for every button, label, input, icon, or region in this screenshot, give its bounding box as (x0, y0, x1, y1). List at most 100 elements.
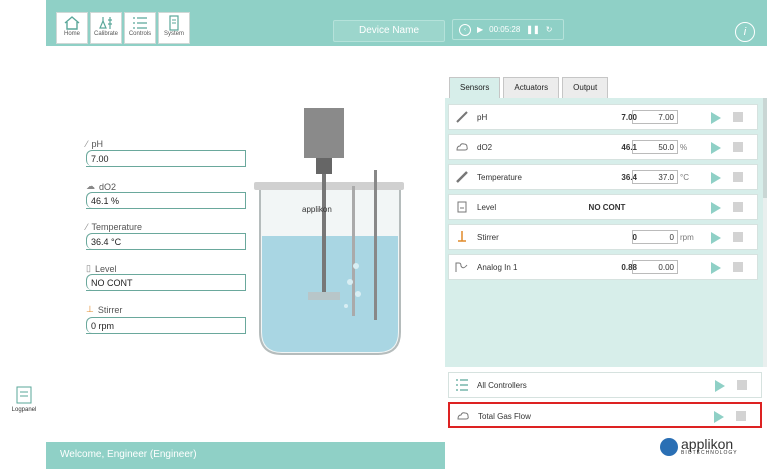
play-icon[interactable] (711, 232, 721, 244)
pause-icon[interactable]: ❚❚ (526, 25, 539, 34)
sensor-name: Analog In 1 (477, 263, 518, 272)
stirrer-icon (458, 231, 466, 242)
tab-sensors[interactable]: Sensors (449, 77, 501, 98)
sensor-value: 0 (632, 233, 637, 242)
setpoint-input[interactable]: 0.00 (632, 260, 678, 274)
sensor-row-temperature[interactable]: Temperature 36.4 37.0 °C (448, 164, 758, 190)
sensor-name: dO2 (477, 143, 493, 152)
stop-icon[interactable] (736, 411, 746, 421)
impeller-shaft (322, 174, 326, 294)
nav-controls-button[interactable]: Controls (124, 12, 156, 44)
logo-text: applikon (681, 436, 734, 452)
temp-underline (86, 249, 246, 250)
logpanel-button[interactable]: Logpanel (6, 385, 42, 421)
cloud-icon: ☁ (86, 181, 95, 191)
sensor-name: Stirrer (477, 233, 499, 242)
probe-rod (374, 170, 377, 320)
sensor-row-do2[interactable]: dO2 46.1 50.0 % (448, 134, 758, 160)
sensor-value: NO CONT (588, 203, 626, 212)
all-controllers-row[interactable]: All Controllers (448, 372, 762, 398)
nav-controls-label: Controls (128, 31, 152, 37)
logpanel-icon (16, 386, 32, 404)
total-gas-flow-label: Total Gas Flow (478, 412, 531, 421)
motor-block (304, 108, 344, 158)
sensor-value: 7.00 (621, 113, 637, 122)
stop-icon[interactable] (733, 142, 743, 152)
sensor-row-ph[interactable]: pH 7.00 7.00 (448, 104, 758, 130)
stirrer-label-row: ⊥ Stirrer (86, 304, 122, 315)
level-icon: ▯ (86, 263, 91, 273)
logpanel-label: Logpanel (11, 407, 37, 413)
sensor-row-stirrer[interactable]: Stirrer 0 0 rpm (448, 224, 758, 250)
stop-icon[interactable] (733, 202, 743, 212)
ph-icon: ⁄ (86, 139, 88, 149)
sensor-name: Level (477, 203, 497, 212)
ph-label: pH (91, 139, 104, 149)
thermometer-icon (456, 171, 468, 183)
stop-icon[interactable] (733, 232, 743, 242)
sensor-value: 36.4 (621, 173, 637, 182)
back-icon[interactable]: ‹ (459, 23, 471, 36)
ph-icon (456, 111, 468, 123)
scrollbar-thumb[interactable] (763, 98, 767, 198)
run-controls: ‹ ▶ 00:05:28 ❚❚ ↻ (452, 19, 564, 40)
setpoint-input[interactable]: 7.00 (632, 110, 678, 124)
stop-icon[interactable] (737, 380, 747, 390)
nav-system-button[interactable]: System (158, 12, 190, 44)
info-button[interactable]: i (735, 22, 755, 42)
stop-icon[interactable] (733, 112, 743, 122)
analog-icon (455, 262, 468, 272)
vessel-lid (254, 182, 404, 190)
nav-calibrate-label: Calibrate (93, 31, 118, 37)
refresh-icon[interactable]: ↻ (546, 25, 553, 34)
play-icon[interactable] (711, 172, 721, 184)
sparger-rod (352, 186, 355, 316)
stirrer-label: Stirrer (97, 304, 123, 315)
sensor-name: Temperature (477, 173, 522, 182)
sensor-unit: rpm (680, 233, 694, 242)
sensor-value: 46.1 (621, 143, 637, 152)
do2-label: dO2 (99, 181, 117, 192)
play-icon[interactable] (711, 262, 721, 274)
temp-label: Temperature (91, 222, 143, 232)
play-icon[interactable] (715, 380, 725, 392)
do2-underline (86, 208, 246, 209)
tab-bar: Sensors Actuators Output (449, 77, 609, 99)
system-icon (169, 15, 179, 31)
ph-value-box: 7.00 (86, 150, 246, 166)
play-icon[interactable] (711, 112, 721, 124)
tab-actuators[interactable]: Actuators (503, 77, 560, 98)
stop-icon[interactable] (733, 262, 743, 272)
stop-icon[interactable] (733, 172, 743, 182)
calibrate-icon (99, 17, 112, 29)
sensor-value: 0.88 (621, 263, 637, 272)
logo-subtext: BIOTECHNOLOGY (681, 450, 738, 456)
stirrer-value-box: 0 rpm (86, 317, 246, 333)
nav-calibrate-button[interactable]: Calibrate (90, 12, 122, 44)
nav-home-label: Home (63, 31, 80, 37)
device-name-field[interactable]: Device Name (333, 20, 445, 42)
tab-output[interactable]: Output (562, 77, 609, 98)
setpoint-input[interactable]: 0 (632, 230, 678, 244)
level-label: Level (94, 263, 117, 274)
setpoint-input[interactable]: 37.0 (632, 170, 678, 184)
stirrer-icon: ⊥ (86, 304, 94, 314)
total-gas-flow-row[interactable]: Total Gas Flow (448, 402, 762, 428)
bubble (353, 263, 359, 269)
play-icon[interactable] (711, 202, 721, 214)
nav-home-button[interactable]: Home (56, 12, 88, 44)
brand-logo: applikon BIOTECHNOLOGY (660, 437, 738, 456)
play-icon[interactable] (714, 411, 724, 423)
sensor-row-level[interactable]: Level NO CONT (448, 194, 758, 220)
controls-icon (133, 17, 147, 29)
level-icon (457, 201, 467, 213)
setpoint-input[interactable]: 50.0 (632, 140, 678, 154)
play-icon[interactable] (711, 142, 721, 154)
cloud-icon (457, 412, 469, 420)
bioreactor-illustration: applikon (254, 108, 404, 355)
sensor-row-analog-in-1[interactable]: Analog In 1 0.88 0.00 (448, 254, 758, 280)
sensor-unit: % (680, 143, 688, 152)
cloud-icon (456, 143, 468, 151)
bubble (344, 304, 348, 308)
play-icon[interactable]: ▶ (477, 25, 483, 34)
